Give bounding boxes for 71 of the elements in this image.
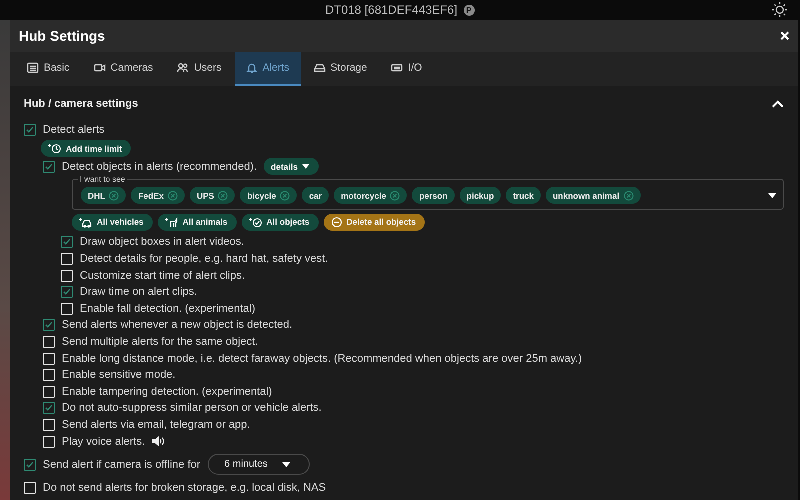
checkbox[interactable]: [24, 458, 36, 471]
add-check-icon: [248, 216, 263, 228]
object-tag[interactable]: unknown animal: [546, 187, 641, 204]
option-label: Play voice alerts.: [62, 436, 146, 448]
checkbox[interactable]: [43, 319, 55, 332]
option-label: Do not send alerts for broken storage, e.g. local disk, NAS: [43, 482, 326, 494]
caret-icon: [282, 462, 291, 468]
duration-select[interactable]: 6 minutes: [208, 454, 310, 476]
field-legend: I want to see: [78, 175, 128, 184]
bell-icon: [246, 62, 258, 74]
add-time-limit-button[interactable]: Add time limit: [41, 140, 132, 158]
option-label: Enable tampering detection. (experimental): [62, 386, 272, 398]
checkbox[interactable]: [43, 160, 55, 173]
object-tag[interactable]: car: [302, 187, 330, 204]
dialog-title: Hub Settings: [19, 28, 106, 44]
checkbox[interactable]: [61, 286, 73, 298]
device-title: DT018 [681DEF443EF6]: [325, 3, 458, 17]
option-label: Draw object boxes in alert videos.: [80, 236, 244, 248]
tab[interactable]: I/O: [380, 52, 434, 86]
object-tag[interactable]: person: [412, 187, 455, 204]
video-camera-icon: [94, 62, 106, 74]
details-button[interactable]: details: [264, 158, 319, 176]
object-tag[interactable]: motorcycle: [334, 187, 408, 204]
caret-icon[interactable]: [768, 192, 777, 199]
option-label: Detect details for people, e.g. hard hat, safety vest.: [80, 253, 328, 266]
object-tag[interactable]: UPS: [190, 187, 236, 204]
tab[interactable]: Users: [166, 52, 233, 86]
object-select-field[interactable]: I want to see DHL FedEx UPS bicycle car motorcycle person pickup truck unknown animal: [72, 175, 784, 210]
object-action-button[interactable]: All vehicles: [72, 214, 153, 231]
tab[interactable]: Basic: [16, 52, 81, 86]
list-icon: [27, 62, 39, 74]
checkbox[interactable]: [24, 124, 36, 136]
tab[interactable]: Cameras: [82, 52, 164, 86]
object-action-button[interactable]: All animals: [158, 214, 237, 231]
add-clock-icon: [48, 143, 62, 154]
object-tag[interactable]: FedEx: [131, 187, 185, 204]
add-car-icon: [79, 216, 93, 228]
option-label: Enable long distance mode, i.e. detect faraway objects. (Recommended when objects are over 25m away.): [62, 352, 582, 365]
option-label: Enable sensitive mode.: [62, 369, 176, 382]
collapse-button[interactable]: [772, 100, 784, 108]
option-label: Enable fall detection. (experimental): [80, 302, 256, 315]
sun-icon[interactable]: [772, 2, 788, 18]
speaker-icon[interactable]: [152, 436, 166, 448]
checkbox[interactable]: [43, 402, 55, 414]
object-tag[interactable]: DHL: [81, 187, 126, 204]
tab[interactable]: Alerts: [234, 52, 301, 86]
caret-icon: [302, 164, 310, 170]
object-tag[interactable]: bicycle: [240, 187, 298, 204]
close-button[interactable]: [780, 31, 790, 41]
option-label: Draw time on alert clips.: [80, 286, 198, 298]
object-action-button[interactable]: Delete all objects: [324, 214, 426, 231]
section-title: Hub / camera settings: [24, 98, 138, 110]
option-label: Customize start time of alert clips.: [80, 270, 246, 282]
add-animal-icon: [164, 216, 179, 228]
option-label: Do not auto-suppress similar person or vehicle alerts.: [62, 402, 322, 414]
minus-circle-icon: [330, 216, 343, 228]
object-action-button[interactable]: All objects: [242, 214, 319, 231]
option-label: Send multiple alerts for the same object.: [62, 336, 258, 348]
tab[interactable]: Storage: [302, 52, 378, 86]
object-tag[interactable]: pickup: [460, 187, 502, 204]
status-badge: P: [464, 4, 475, 16]
object-tag[interactable]: truck: [506, 187, 541, 204]
option-label: Detect alerts: [43, 124, 105, 136]
option-label: Send alert if camera is offline for: [43, 458, 201, 471]
port-icon: [391, 62, 404, 74]
hard-drive-icon: [314, 62, 326, 74]
option-label: Detect objects in alerts (recommended).: [62, 160, 258, 173]
checkbox[interactable]: [61, 236, 73, 248]
option-label: Send alerts via email, telegram or app.: [62, 419, 250, 432]
users-icon: [177, 62, 190, 74]
option-label: Send alerts whenever a new object is detected.: [62, 319, 293, 332]
